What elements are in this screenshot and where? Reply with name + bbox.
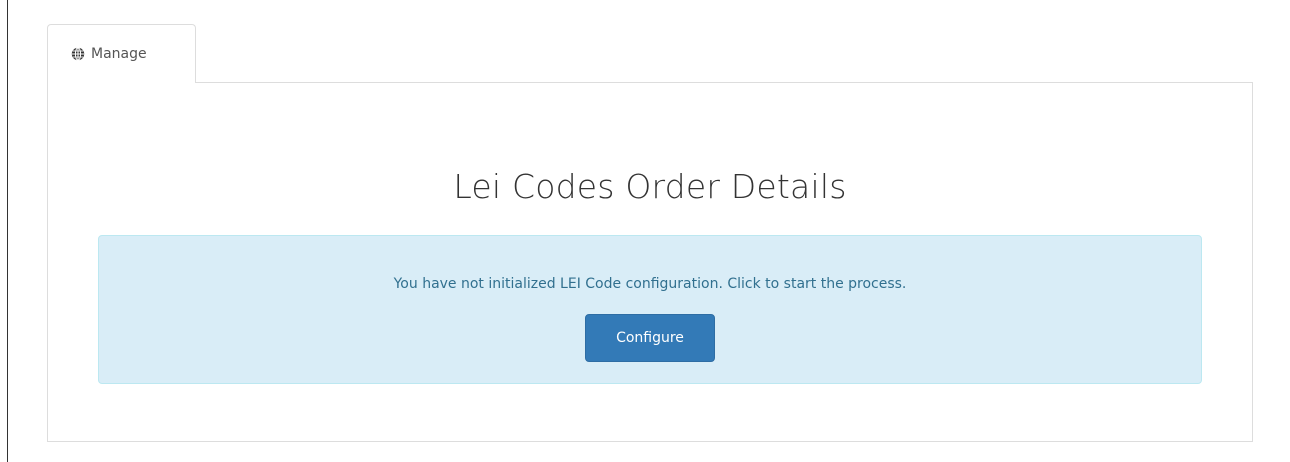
globe-icon: [71, 46, 85, 61]
configure-button[interactable]: Configure: [585, 314, 715, 362]
page-title: Lei Codes Order Details: [453, 167, 847, 206]
tab-panel: Lei Codes Order Details You have not ini…: [47, 82, 1253, 442]
info-alert: You have not initialized LEI Code config…: [98, 235, 1202, 384]
tab-manage[interactable]: Manage: [47, 24, 196, 83]
tab-manage-label: Manage: [91, 45, 147, 62]
alert-message: You have not initialized LEI Code config…: [393, 276, 907, 292]
